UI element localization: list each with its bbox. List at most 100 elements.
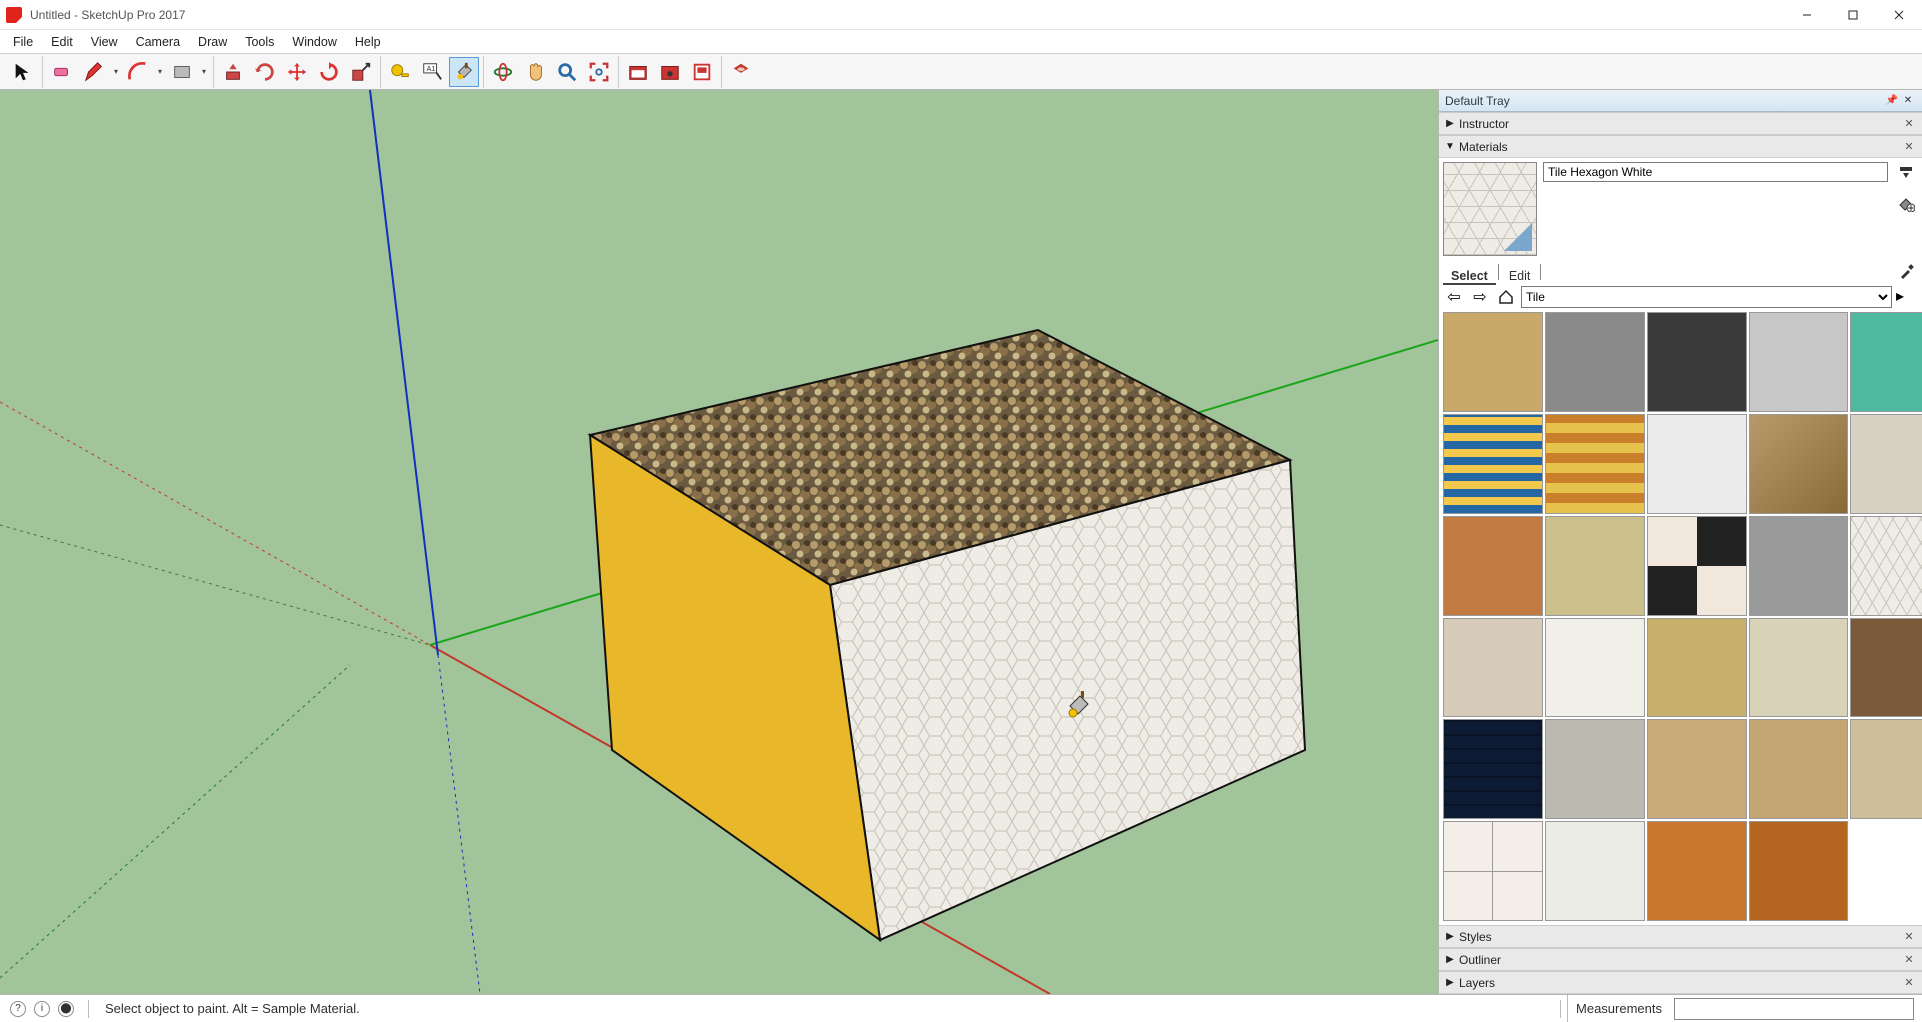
warehouse-3d-button[interactable]	[623, 57, 653, 87]
material-thumb[interactable]	[1443, 719, 1543, 819]
layers-close-button[interactable]: ✕	[1902, 976, 1916, 990]
outliner-close-button[interactable]: ✕	[1902, 953, 1916, 967]
menu-tools[interactable]: Tools	[236, 32, 283, 52]
close-button[interactable]	[1876, 0, 1922, 30]
material-thumb[interactable]	[1749, 618, 1849, 718]
tape-tool[interactable]	[385, 57, 415, 87]
material-thumb[interactable]	[1647, 821, 1747, 921]
current-material-swatch[interactable]	[1443, 162, 1537, 256]
zoom-extents-tool[interactable]	[584, 57, 614, 87]
pan-tool[interactable]	[520, 57, 550, 87]
help-icon[interactable]: ?	[10, 1001, 26, 1017]
secondary-color-corner[interactable]	[1504, 223, 1532, 251]
material-thumb[interactable]	[1850, 312, 1922, 412]
material-thumb[interactable]	[1647, 719, 1747, 819]
material-thumb[interactable]	[1443, 414, 1543, 514]
zoom-tool[interactable]	[552, 57, 582, 87]
pencil-tool[interactable]	[79, 57, 109, 87]
model-viewport[interactable]	[0, 90, 1438, 994]
styles-panel-header[interactable]: ▶ Styles ✕	[1439, 926, 1922, 948]
maximize-button[interactable]	[1830, 0, 1876, 30]
paint-bucket-tool[interactable]	[449, 57, 479, 87]
move-tool[interactable]	[282, 57, 312, 87]
material-thumb[interactable]	[1545, 821, 1645, 921]
material-thumb[interactable]	[1443, 618, 1543, 718]
tray-pin-button[interactable]: 📌	[1884, 93, 1900, 109]
material-thumb[interactable]	[1749, 414, 1849, 514]
menu-help[interactable]: Help	[346, 32, 390, 52]
arc-drop[interactable]: ▾	[155, 67, 165, 76]
menu-draw[interactable]: Draw	[189, 32, 236, 52]
info-icon[interactable]: i	[34, 1001, 50, 1017]
material-thumb[interactable]	[1545, 618, 1645, 718]
material-thumb[interactable]	[1545, 414, 1645, 514]
material-thumb[interactable]	[1850, 414, 1922, 514]
material-thumb[interactable]	[1749, 719, 1849, 819]
minimize-button[interactable]	[1784, 0, 1830, 30]
material-thumb[interactable]	[1850, 516, 1922, 616]
material-thumb[interactable]	[1545, 516, 1645, 616]
menu-camera[interactable]: Camera	[127, 32, 189, 52]
library-details-button[interactable]: ▸	[1896, 286, 1918, 308]
layout-button[interactable]	[687, 57, 717, 87]
material-thumb[interactable]	[1647, 414, 1747, 514]
material-thumb[interactable]	[1545, 719, 1645, 819]
material-thumb[interactable]	[1647, 516, 1747, 616]
material-thumb[interactable]	[1749, 516, 1849, 616]
rectangle-tool[interactable]	[167, 57, 197, 87]
materials-panel-header[interactable]: ▼ Materials ✕	[1439, 136, 1922, 158]
tray-header[interactable]: Default Tray 📌 ✕	[1439, 90, 1922, 112]
material-thumb[interactable]	[1545, 312, 1645, 412]
material-thumb[interactable]	[1749, 312, 1849, 412]
status-hint: Select object to paint. Alt = Sample Mat…	[103, 1001, 360, 1016]
menu-file[interactable]: File	[4, 32, 42, 52]
nav-forward-button[interactable]: ⇨	[1469, 286, 1491, 308]
styles-close-button[interactable]: ✕	[1902, 930, 1916, 944]
nav-back-button[interactable]: ⇦	[1443, 286, 1465, 308]
material-library-select[interactable]: Tile	[1521, 286, 1892, 308]
extension-warehouse-button[interactable]	[655, 57, 685, 87]
material-thumb[interactable]	[1647, 618, 1747, 718]
material-thumb[interactable]	[1850, 719, 1922, 819]
shape-drop[interactable]: ▾	[199, 67, 209, 76]
eyedropper-button[interactable]	[1898, 262, 1918, 282]
materials-select-tab[interactable]: Select	[1443, 267, 1496, 285]
scale-tool[interactable]	[346, 57, 376, 87]
orbit-tool[interactable]	[488, 57, 518, 87]
menu-view[interactable]: View	[82, 32, 127, 52]
material-options-button[interactable]	[1895, 162, 1917, 184]
material-thumb[interactable]	[1443, 516, 1543, 616]
materials-close-button[interactable]: ✕	[1902, 140, 1916, 154]
menu-edit[interactable]: Edit	[42, 32, 82, 52]
user-icon[interactable]: ⬤	[58, 1001, 74, 1017]
material-name-input[interactable]	[1543, 162, 1888, 182]
chevron-right-icon: ▶	[1445, 954, 1455, 965]
tray-title: Default Tray	[1445, 94, 1510, 108]
material-thumb[interactable]	[1749, 821, 1849, 921]
select-tool[interactable]	[8, 57, 38, 87]
rotate-tool[interactable]	[314, 57, 344, 87]
measurements-input[interactable]	[1674, 998, 1914, 1020]
instructor-panel-header[interactable]: ▶ Instructor ✕	[1439, 113, 1922, 135]
material-thumb[interactable]	[1850, 618, 1922, 718]
pushpull-tool[interactable]	[218, 57, 248, 87]
material-thumb[interactable]	[1443, 312, 1543, 412]
instructor-close-button[interactable]: ✕	[1902, 117, 1916, 131]
pencil-drop[interactable]: ▾	[111, 67, 121, 76]
nav-home-button[interactable]	[1495, 286, 1517, 308]
menu-window[interactable]: Window	[283, 32, 345, 52]
offset-tool[interactable]	[250, 57, 280, 87]
materials-edit-tab[interactable]: Edit	[1501, 267, 1539, 285]
tray-close-button[interactable]: ✕	[1900, 93, 1916, 109]
menu-bar: File Edit View Camera Draw Tools Window …	[0, 30, 1922, 54]
material-thumb[interactable]	[1647, 312, 1747, 412]
extension-manager-button[interactable]	[726, 57, 756, 87]
chevron-right-icon: ▶	[1445, 931, 1455, 942]
outliner-panel-header[interactable]: ▶ Outliner ✕	[1439, 949, 1922, 971]
create-material-button[interactable]	[1895, 192, 1917, 214]
layers-panel-header[interactable]: ▶ Layers ✕	[1439, 972, 1922, 994]
text-tool[interactable]: A1	[417, 57, 447, 87]
arc-tool[interactable]	[123, 57, 153, 87]
eraser-tool[interactable]	[47, 57, 77, 87]
material-thumb[interactable]	[1443, 821, 1543, 921]
